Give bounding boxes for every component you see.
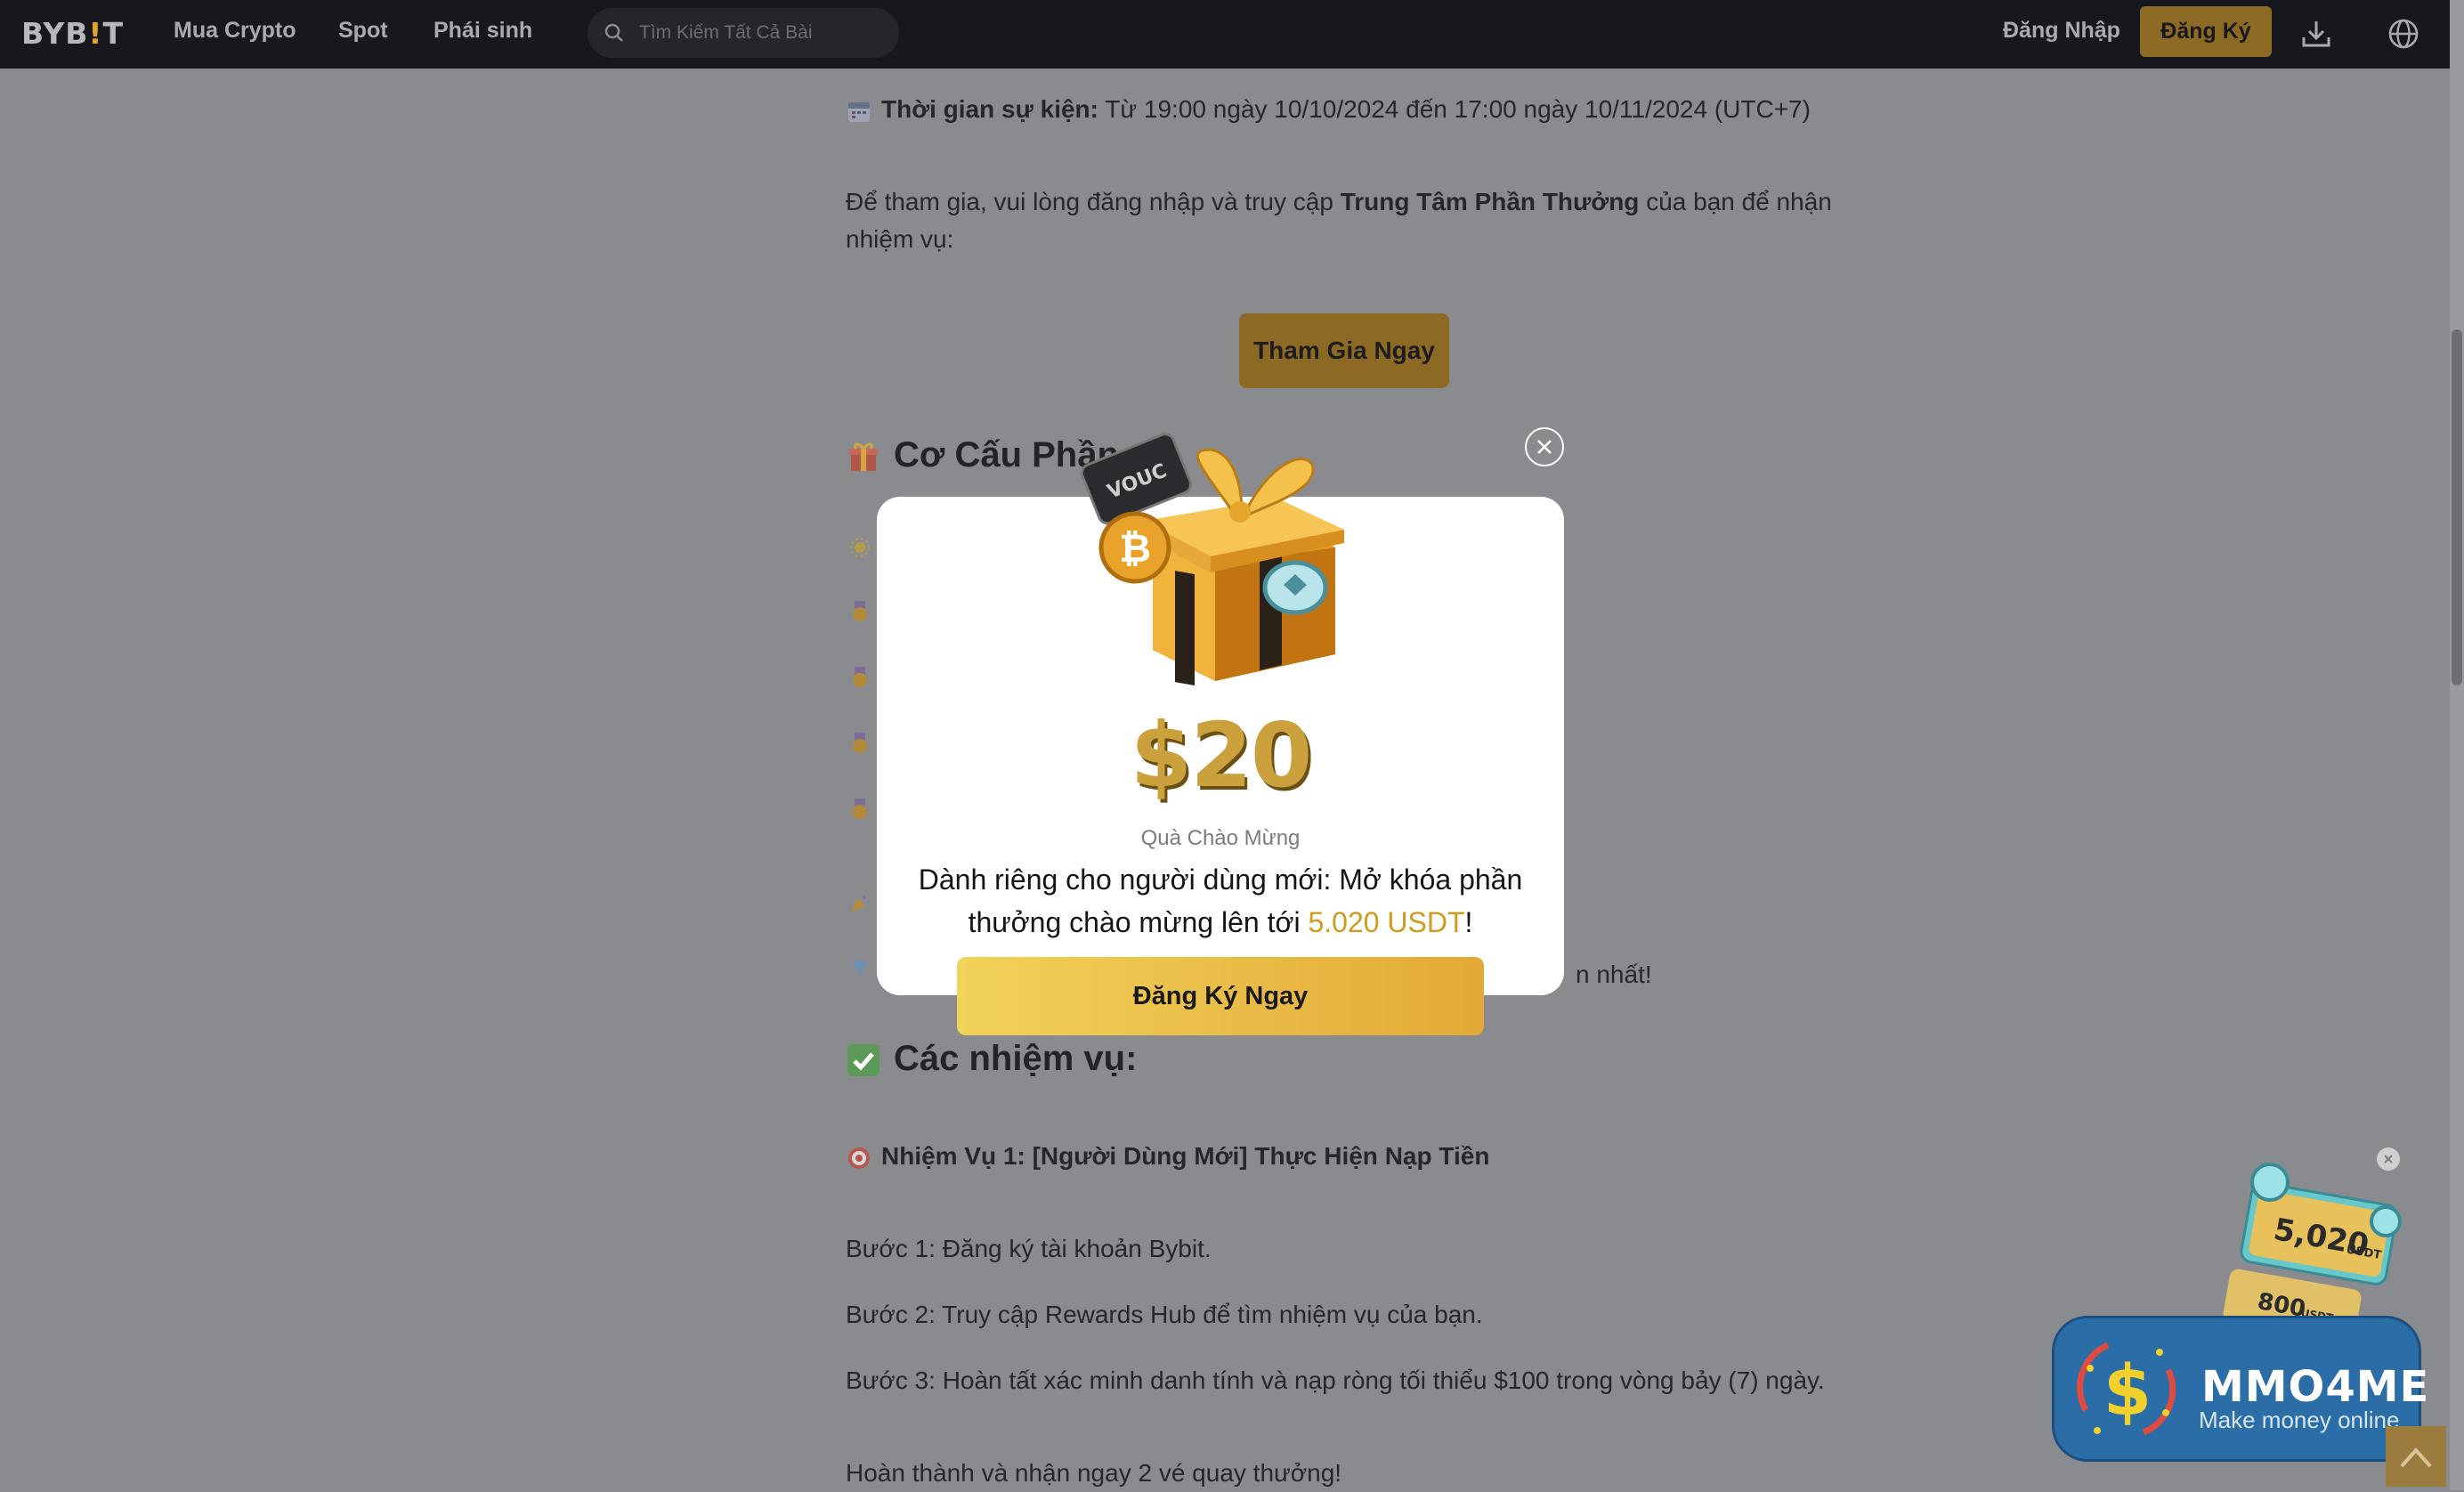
checkmark-icon — [847, 1044, 879, 1077]
search-icon — [604, 23, 623, 42]
scrollbar-thumb[interactable] — [2452, 329, 2462, 685]
download-icon[interactable] — [2298, 16, 2334, 52]
sun-badge-icon — [850, 538, 870, 557]
join-now-button[interactable]: Tham Gia Ngay — [1239, 313, 1449, 388]
watermark-subtitle: Make money online — [2199, 1407, 2400, 1433]
task1-title: Nhiệm Vụ 1: [Người Dùng Mới] Thực Hiện N… — [881, 1142, 1490, 1170]
bonus-amount: $20 — [1130, 703, 1313, 807]
section-tasks-heading: Các nhiệm vụ: — [846, 1040, 1137, 1078]
event-time-label: Thời gian sự kiện: — [881, 95, 1098, 123]
finish-note: Hoàn thành và nhận ngay 2 vé quay thưởng… — [846, 1459, 1342, 1487]
logo-accent: ! — [88, 16, 103, 51]
globe-icon[interactable] — [2386, 16, 2421, 52]
intro-text-end: của bạn để nhận — [1639, 188, 1832, 215]
search-input[interactable] — [637, 21, 878, 45]
event-time-value: Từ 19:00 ngày 10/10/2024 đến 17:00 ngày … — [1098, 95, 1811, 123]
page-scrollbar[interactable] — [2450, 0, 2464, 1490]
nav-link-buy-crypto[interactable]: Mua Crypto — [174, 18, 296, 44]
calendar-icon — [848, 101, 870, 122]
welcome-gift-label: Quà Chào Mừng — [1140, 826, 1301, 850]
party-popper-icon — [852, 896, 870, 912]
back-to-top-button[interactable] — [2386, 1426, 2446, 1487]
logo-text: BYB — [21, 16, 89, 51]
event-time-line: Thời gian sự kiện: Từ 19:00 ngày 10/10/2… — [846, 91, 1811, 128]
medal-icon — [853, 601, 867, 621]
medal-icon — [853, 667, 867, 687]
step-3: Bước 3: Hoàn tất xác minh danh tính và n… — [846, 1366, 1825, 1394]
svg-text:₿: ₿ — [1119, 526, 1151, 572]
bybit-logo[interactable]: BYB!T — [21, 16, 124, 51]
headline-end: ! — [1464, 906, 1473, 938]
top-nav: BYB!T Mua Crypto Spot Phái sinh Đăng Nhậ… — [0, 0, 2450, 69]
intro-line-2: nhiệm vụ: — [846, 225, 954, 253]
gift-emoji-icon — [849, 443, 878, 472]
section-tasks-title: Các nhiệm vụ: — [894, 1039, 1138, 1078]
medal-icon — [853, 733, 867, 753]
logo-tail: T — [102, 16, 124, 51]
register-now-button[interactable]: Đăng Ký Ngay — [957, 957, 1484, 1035]
nav-link-derivatives[interactable]: Phái sinh — [434, 18, 532, 44]
close-icon — [1537, 440, 1552, 454]
dollar-circle-icon: $ — [2077, 1342, 2176, 1436]
medal-icon — [853, 799, 867, 819]
login-link[interactable]: Đăng Nhập — [2003, 18, 2120, 44]
step-1: Bước 1: Đăng ký tài khoản Bybit. — [846, 1235, 1212, 1262]
promo-tickets-widget[interactable]: 5,020 USDT 800 USDT — [2217, 1157, 2412, 1335]
modal-headline: Dành riêng cho người dùng mới: Mở khóa p… — [908, 858, 1533, 944]
headline-highlight: 5.020 USDT — [1308, 906, 1465, 938]
target-icon — [848, 1147, 870, 1169]
modal-close-button[interactable] — [1525, 427, 1564, 466]
intro-line-1: Để tham gia, vui lòng đăng nhập và truy … — [846, 183, 1832, 221]
nav-link-spot[interactable]: Spot — [338, 18, 388, 44]
chevron-up-icon — [2400, 1447, 2432, 1468]
task1-heading: Nhiệm Vụ 1: [Người Dùng Mới] Thực Hiện N… — [846, 1138, 1489, 1175]
watermark-title: MMO4ME — [2201, 1362, 2430, 1412]
signup-button[interactable]: Đăng Ký — [2140, 6, 2272, 57]
svg-text:$: $ — [2103, 1351, 2152, 1431]
rewards-hub-link[interactable]: Trung Tâm Phần Thưởng — [1341, 188, 1640, 215]
intro-text: Để tham gia, vui lòng đăng nhập và truy … — [846, 188, 1341, 215]
gift-box-illustration: VOUC ₿ — [1080, 433, 1344, 686]
diamond-icon — [853, 960, 867, 976]
step-2: Bước 2: Truy cập Rewards Hub để tìm nhiệ… — [846, 1301, 1483, 1328]
partial-reward-text: n nhất! — [1576, 961, 1652, 988]
search-box[interactable] — [588, 8, 899, 58]
